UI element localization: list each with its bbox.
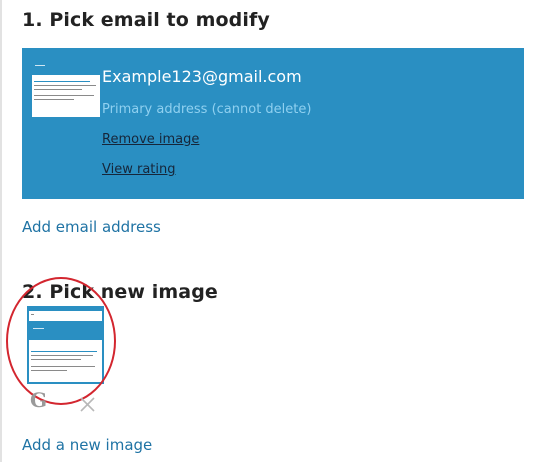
view-rating-link[interactable]: View rating [102, 162, 176, 177]
add-email-address-link[interactable]: Add email address [22, 218, 161, 236]
email-card[interactable]: Example123@gmail.com Primary address (ca… [22, 48, 524, 199]
email-image-thumbnail [32, 59, 100, 117]
google-icon: G [30, 388, 48, 412]
primary-address-note: Primary address (cannot delete) [102, 102, 312, 117]
left-divider [0, 0, 2, 462]
remove-image-link[interactable]: Remove image [102, 132, 199, 147]
step1-heading: 1. Pick email to modify [22, 9, 270, 31]
close-icon[interactable] [79, 396, 96, 413]
step2-heading: 2. Pick new image [22, 281, 218, 303]
email-address: Example123@gmail.com [102, 67, 302, 86]
add-new-image-link[interactable]: Add a new image [22, 436, 152, 454]
new-image-thumbnail[interactable] [27, 306, 104, 384]
